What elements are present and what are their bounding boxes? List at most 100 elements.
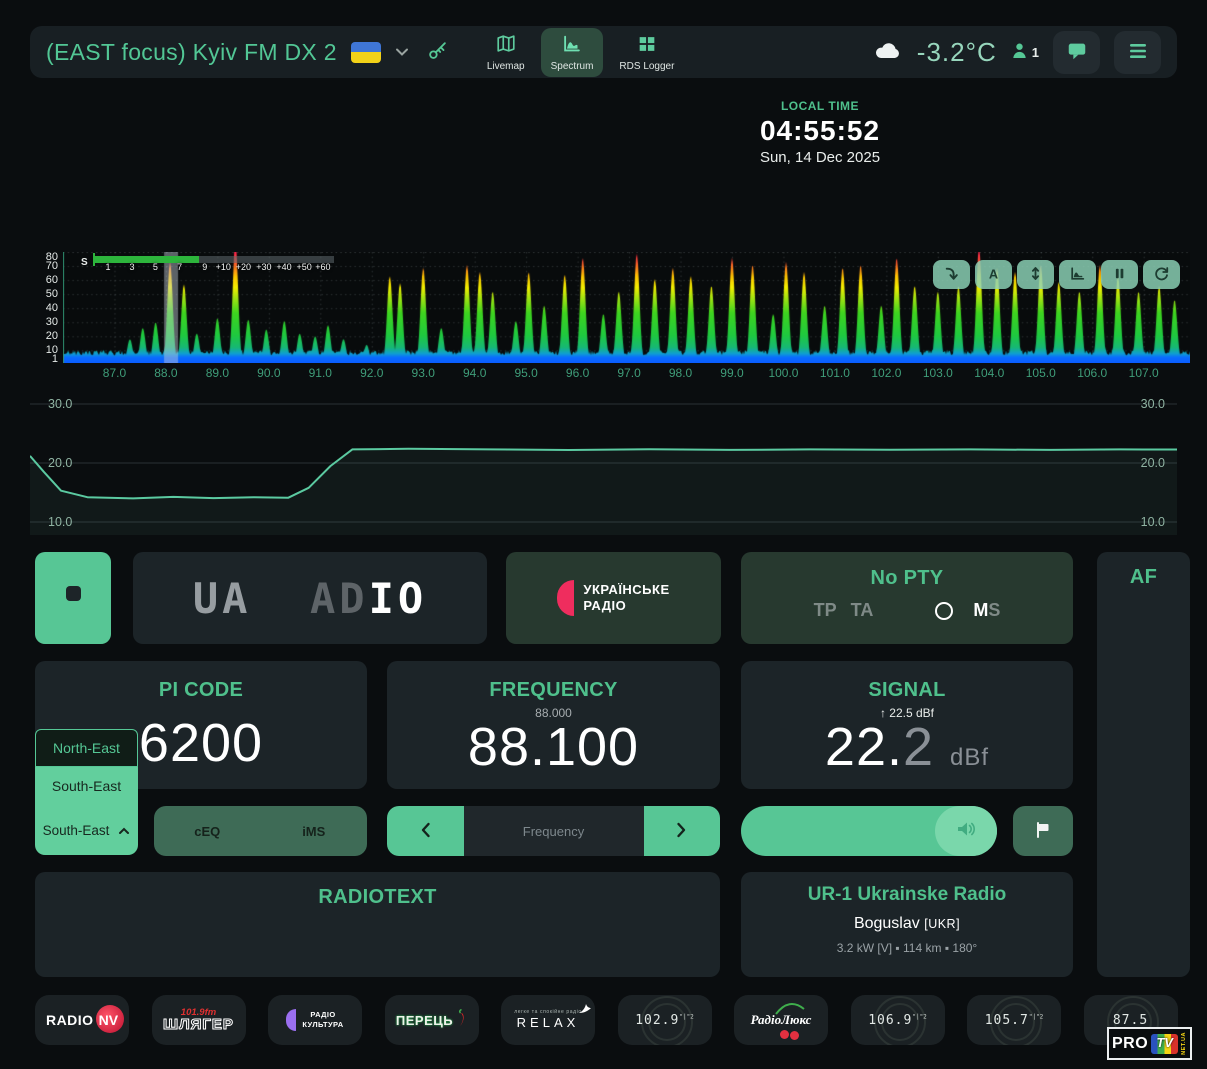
antenna-dropdown: North-EastSouth-East South-East: [35, 729, 138, 855]
volume-handle[interactable]: [935, 806, 997, 856]
cherry-icon: [780, 1030, 789, 1039]
logo-radio-perets[interactable]: ПЕРЕЦЬ: [385, 995, 479, 1045]
frequency-stepper: [387, 806, 720, 856]
ceq-button[interactable]: cEQ: [154, 806, 261, 856]
radiotext-title: RADIOTEXT: [35, 886, 720, 909]
logo-station-106-9[interactable]: 106.9"|"2: [851, 995, 945, 1045]
server-select-chevron[interactable]: [391, 41, 413, 64]
logo-sup-text: "|"2: [679, 1013, 693, 1020]
station-logos-row: RADIONV 101.9fmШЛЯГЕР РАДІОКУЛЬТУРА ПЕРЕЦЬ л…: [35, 995, 1182, 1045]
spectrum-x-tick: 90.0: [257, 366, 280, 380]
frequency-value: 88.100: [387, 720, 720, 774]
ukrainske-radio-logo-icon: [557, 580, 574, 616]
protv-tv-icon: TV: [1151, 1034, 1178, 1054]
chat-button[interactable]: [1053, 31, 1100, 74]
spectrum-x-tick: 99.0: [720, 366, 743, 380]
logo-text: ШЛЯГЕР: [163, 1017, 234, 1032]
tx-details: 3.2 kW [V] ▪ 114 km ▪ 180°: [741, 941, 1073, 955]
s-meter-tick: 5: [153, 262, 158, 272]
ta-flag: TA: [851, 600, 874, 621]
s-meter: S 13579+10+20+30+40+50+60: [81, 256, 334, 268]
nav-rds-logger[interactable]: RDS Logger: [609, 28, 684, 77]
flag-icon: [1034, 821, 1052, 842]
clock-label: LOCAL TIME: [700, 99, 940, 113]
spectrum-x-tick: 102.0: [871, 366, 901, 380]
volume-slider[interactable]: [741, 806, 997, 856]
tx-country: [UKR]: [924, 917, 960, 931]
chevron-up-icon: [118, 823, 130, 838]
logo-sup-text: "|"2: [912, 1013, 926, 1020]
ps-character: O: [398, 574, 427, 623]
spectrum-x-tick: 103.0: [923, 366, 953, 380]
nav-label: RDS Logger: [619, 61, 674, 72]
radio-kultura-logo: РАДІОКУЛЬТУРА: [286, 1009, 343, 1031]
ps-character: A: [222, 574, 251, 623]
ps-character: I: [369, 574, 398, 623]
spectrum-x-tick: 100.0: [768, 366, 798, 380]
logo-radio-relax[interactable]: легке та спокійне радіоRELAX: [501, 995, 595, 1045]
chili-pepper-icon: [455, 1009, 467, 1032]
temperature-reading: -3.2°C: [917, 37, 997, 68]
antenna-option-south-east[interactable]: South-East: [35, 767, 138, 805]
logo-shlyager[interactable]: 101.9fmШЛЯГЕР: [152, 995, 246, 1045]
stereo-indicator-button[interactable]: [35, 552, 111, 644]
eq-ims-group: cEQ iMS: [154, 806, 367, 856]
radio-relax-logo: легке та спокійне радіоRELAX: [514, 1009, 582, 1031]
logo-station-105-7[interactable]: 105.7"|"2: [967, 995, 1061, 1045]
signal-history-y-tick: 30.0: [48, 397, 72, 411]
antenna-option-north-east[interactable]: North-East: [35, 729, 138, 767]
s-meter-tick: +10: [216, 262, 231, 272]
spectrum-y-tick: 60: [46, 274, 58, 286]
nav-livemap[interactable]: Livemap: [477, 28, 535, 77]
purple-halfdisc-icon: [286, 1009, 296, 1031]
spectrum-tool-auto-letter-a-icon[interactable]: A: [975, 260, 1012, 289]
logo-radio-nv[interactable]: RADIONV: [35, 995, 129, 1045]
signal-history-y-tick: 20.0: [1141, 456, 1165, 470]
antenna-options: North-EastSouth-East: [35, 729, 138, 805]
frequency-input[interactable]: [464, 806, 644, 856]
ps-character: [281, 574, 310, 623]
signal-title: SIGNAL: [741, 679, 1073, 702]
protv-pro-text: PRO: [1112, 1035, 1148, 1053]
spectrum-x-tick: 87.0: [103, 366, 126, 380]
map-icon: [495, 33, 517, 58]
spectrum-tool-arrows-vertical-icon[interactable]: [1017, 260, 1054, 289]
radio-nv-logo: RADIONV: [46, 1012, 118, 1028]
spectrum-x-tick: 93.0: [412, 366, 435, 380]
radio-lux-logo: РадіоЛюкс: [751, 1012, 812, 1028]
logo-text: RADIO: [46, 1012, 94, 1028]
spectrum-x-axis: 87.088.089.090.091.092.093.094.095.096.0…: [63, 366, 1190, 384]
protv-netua-text: NET.UA: [1181, 1032, 1187, 1055]
spectrum-y-tick: 40: [46, 302, 58, 314]
ps-name-display: UA ADIO: [133, 552, 487, 644]
ps-character: D: [339, 574, 368, 623]
frequency-title: FREQUENCY: [387, 679, 720, 702]
flag-button[interactable]: [1013, 806, 1073, 856]
frequency-up-button[interactable]: [644, 806, 721, 856]
admin-key-button[interactable]: [423, 36, 453, 69]
tp-flag: TP: [814, 600, 837, 621]
s-meter-bar: 13579+10+20+30+40+50+60: [94, 256, 334, 263]
menu-button[interactable]: [1114, 31, 1161, 74]
frequency-down-button[interactable]: [387, 806, 464, 856]
signal-history-y-tick: 30.0: [1141, 397, 1165, 411]
logo-station-102-9[interactable]: 102.9"|"2: [618, 995, 712, 1045]
ims-button[interactable]: iMS: [261, 806, 368, 856]
spectrum-tool-area-chart-icon[interactable]: [1059, 260, 1096, 289]
ukraine-flag-icon: [351, 42, 381, 63]
chevron-left-icon: [420, 822, 431, 841]
antenna-select[interactable]: South-East: [35, 805, 138, 855]
s-meter-tick: 9: [202, 262, 207, 272]
spectrum-plot: S 13579+10+20+30+40+50+60 A: [63, 252, 1190, 363]
logo-radio-kultura[interactable]: РАДІОКУЛЬТУРА: [268, 995, 362, 1045]
spectrum-tool-arrow-turn-down-icon[interactable]: [933, 260, 970, 289]
logo-radio-lux[interactable]: РадіоЛюкс: [734, 995, 828, 1045]
key-icon: [427, 40, 449, 65]
spectrum-tool-refresh-icon[interactable]: [1143, 260, 1180, 289]
spectrum-x-tick: 97.0: [617, 366, 640, 380]
station-logo-line2: РАДІО: [583, 598, 626, 613]
shlyager-logo: 101.9fmШЛЯГЕР: [163, 1008, 234, 1033]
spectrum-tool-pause-icon[interactable]: [1101, 260, 1138, 289]
nav-spectrum[interactable]: Spectrum: [541, 28, 604, 77]
spectrum-x-tick: 98.0: [669, 366, 692, 380]
